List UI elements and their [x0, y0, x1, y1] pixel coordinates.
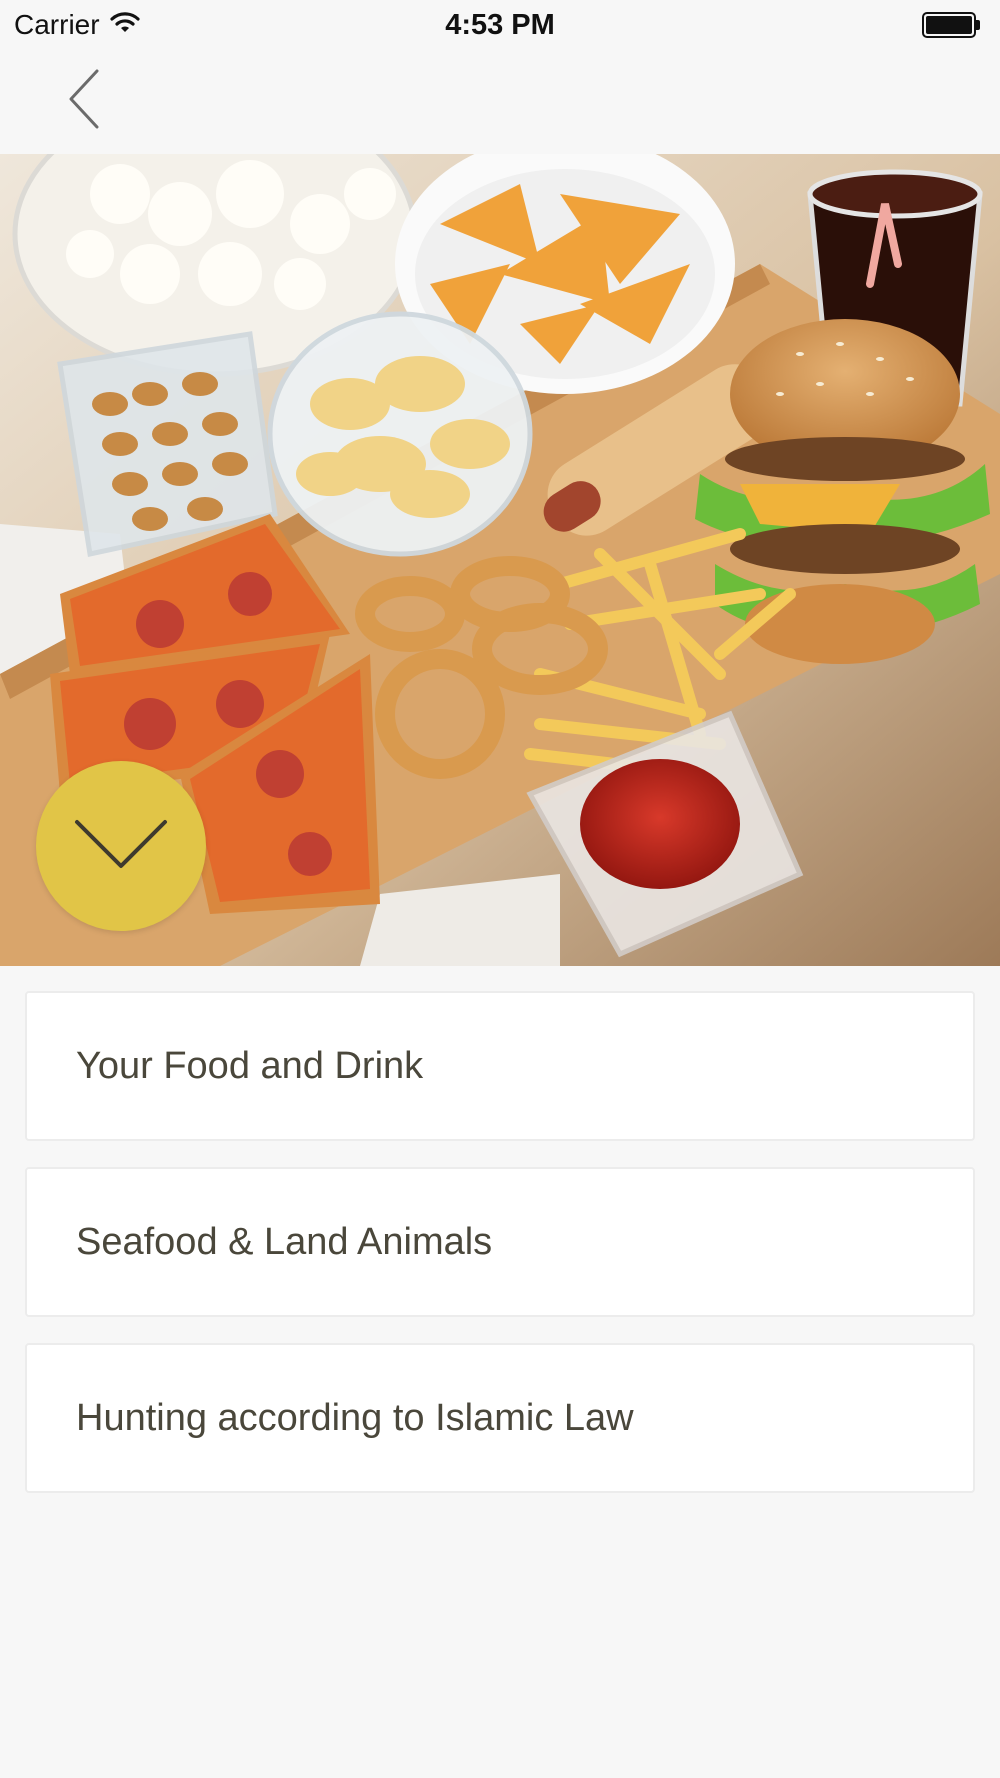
menu-item-label: Your Food and Drink	[76, 1044, 424, 1087]
menu-item-label: Hunting according to Islamic Law	[76, 1396, 634, 1439]
chevron-down-icon	[71, 814, 171, 879]
back-button[interactable]	[55, 66, 115, 136]
menu-item-label: Seafood & Land Animals	[76, 1220, 493, 1263]
carrier-label: Carrier	[14, 9, 100, 40]
status-left: Carrier	[14, 9, 140, 41]
status-time: 4:53 PM	[445, 8, 555, 41]
expand-button[interactable]	[36, 761, 206, 931]
menu-item-food-and-drink[interactable]: Your Food and Drink	[25, 991, 975, 1141]
menu-item-hunting[interactable]: Hunting according to Islamic Law	[25, 1343, 975, 1493]
battery-icon	[922, 12, 980, 38]
status-bar: Carrier 4:53 PM	[0, 0, 1000, 50]
wifi-icon	[109, 9, 140, 41]
chevron-left-icon	[65, 67, 105, 136]
menu-item-seafood-land-animals[interactable]: Seafood & Land Animals	[25, 1167, 975, 1317]
nav-bar	[0, 50, 1000, 154]
menu-list: Your Food and Drink Seafood & Land Anima…	[25, 991, 975, 1519]
